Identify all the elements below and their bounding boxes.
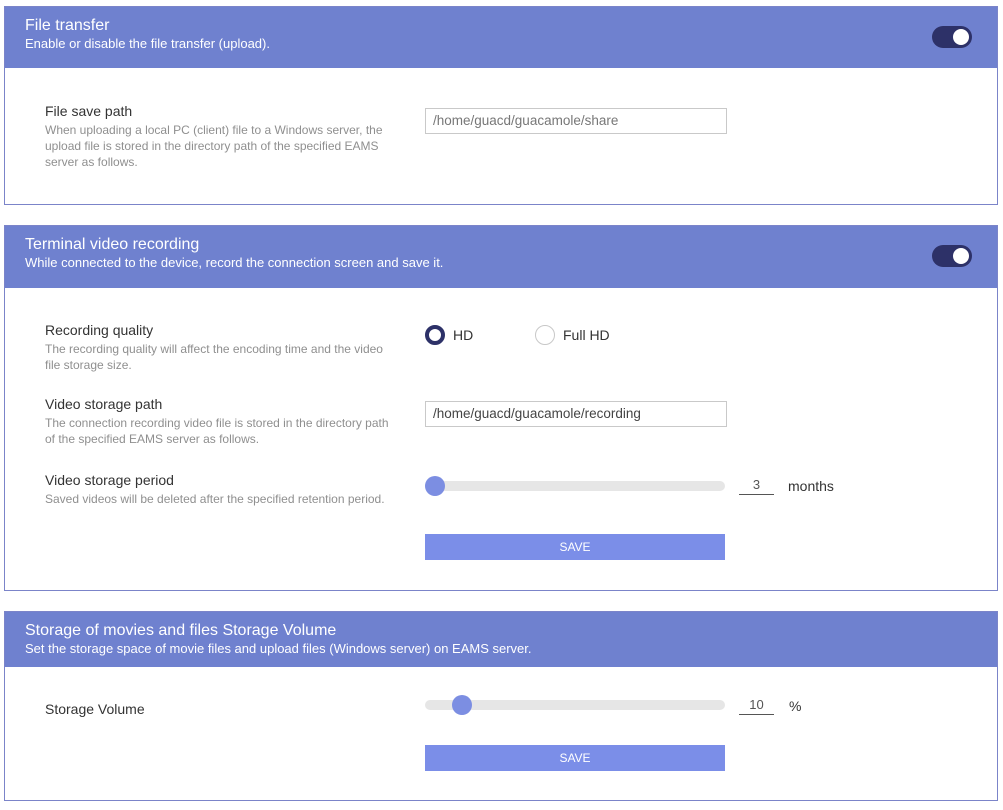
video-storage-path-label: Video storage path	[45, 396, 163, 412]
toggle-knob	[953, 248, 969, 264]
video-storage-path-description: The connection recording video file is s…	[45, 416, 389, 446]
storage-period-slider-thumb[interactable]	[425, 476, 445, 496]
storage-volume-unit: %	[789, 698, 802, 714]
video-storage-period-label: Video storage period	[45, 472, 174, 488]
storage-volume-slider-thumb[interactable]	[452, 695, 472, 715]
toggle-knob	[953, 29, 969, 45]
video-recording-panel: Terminal video recording While connected…	[4, 225, 998, 591]
storage-volume-save-button[interactable]: SAVE	[425, 745, 725, 771]
recording-save-button[interactable]: SAVE	[425, 534, 725, 560]
file-save-path-label: File save path	[45, 103, 133, 119]
video-storage-period-description: Saved videos will be deleted after the s…	[45, 492, 385, 506]
recording-quality-description: The recording quality will affect the en…	[45, 342, 383, 372]
file-transfer-header: File transfer Enable or disable the file…	[5, 7, 997, 68]
storage-volume-label: Storage Volume	[45, 701, 145, 717]
file-transfer-toggle[interactable]	[932, 26, 972, 48]
storage-volume-value[interactable]: 10	[739, 695, 774, 715]
storage-volume-panel: Storage of movies and files Storage Volu…	[4, 611, 998, 801]
file-transfer-panel: File transfer Enable or disable the file…	[4, 6, 998, 205]
video-recording-title: Terminal video recording	[25, 236, 200, 253]
storage-period-slider-track[interactable]	[425, 481, 725, 491]
video-storage-path-input[interactable]: /home/guacd/guacamole/recording	[425, 401, 727, 427]
recording-quality-label: Recording quality	[45, 322, 154, 338]
video-recording-toggle[interactable]	[932, 245, 972, 267]
storage-volume-subtitle: Set the storage space of movie files and…	[25, 641, 532, 656]
quality-hd-radio[interactable]	[425, 325, 445, 345]
storage-volume-title: Storage of movies and files Storage Volu…	[25, 622, 337, 639]
video-recording-subtitle: While connected to the device, record th…	[25, 255, 444, 270]
quality-fullhd-radio[interactable]	[535, 325, 555, 345]
storage-period-value[interactable]: 3	[739, 475, 774, 495]
file-save-path-description: When uploading a local PC (client) file …	[45, 123, 383, 169]
storage-period-unit: months	[788, 478, 834, 494]
storage-volume-header: Storage of movies and files Storage Volu…	[5, 612, 997, 667]
video-recording-header: Terminal video recording While connected…	[5, 226, 997, 288]
quality-hd-label[interactable]: HD	[453, 327, 473, 344]
file-save-path-input[interactable]: /home/guacd/guacamole/share	[425, 108, 727, 134]
file-transfer-subtitle: Enable or disable the file transfer (upl…	[25, 36, 270, 51]
file-transfer-title: File transfer	[25, 17, 110, 34]
quality-fullhd-label[interactable]: Full HD	[563, 327, 610, 344]
